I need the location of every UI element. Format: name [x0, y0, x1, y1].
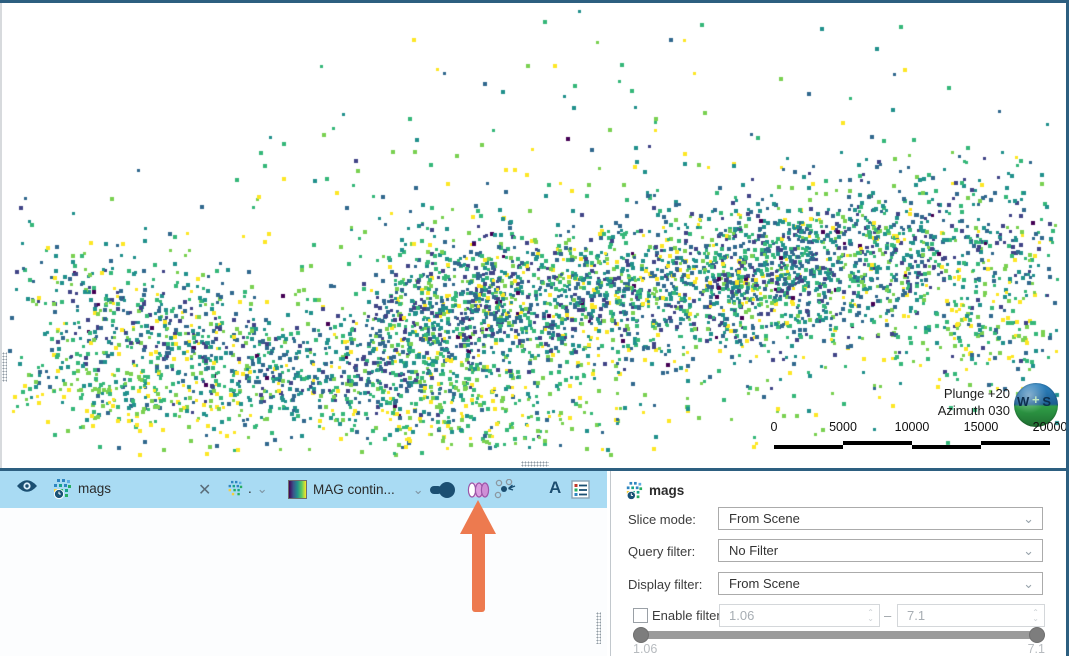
- chevron-down-icon: ⌄: [1023, 546, 1042, 556]
- range-separator: –: [884, 608, 891, 623]
- points-object-icon: [52, 478, 72, 499]
- query-filter-label: Query filter:: [628, 544, 695, 559]
- slice-mode-label: Slice mode:: [628, 512, 696, 527]
- colormap-value: MAG contin...: [313, 482, 395, 497]
- text-labels-icon: A: [549, 478, 561, 498]
- point-size-button[interactable]: [429, 481, 456, 499]
- display-mode-value: .: [248, 481, 252, 496]
- text-labels-button[interactable]: A: [549, 478, 561, 498]
- scale-bar: 0 5000 10000 15000 20000: [764, 420, 1054, 452]
- chevron-down-icon: ⌄: [257, 484, 268, 494]
- enable-filter-checkbox[interactable]: [633, 608, 648, 623]
- chevron-down-icon: ⌄: [413, 485, 424, 495]
- legend-icon: [571, 480, 590, 499]
- compass-plus-label: +: [1032, 392, 1040, 407]
- scale-tick-label: 20000: [1033, 420, 1068, 434]
- layer-name-label: mags: [78, 481, 111, 496]
- vertical-splitter-grip[interactable]: [596, 612, 601, 644]
- colormap-swatch-icon: [288, 480, 307, 499]
- visibility-toggle-button[interactable]: [16, 479, 38, 493]
- point-size-icon: [429, 481, 456, 499]
- filter-range-slider[interactable]: [633, 631, 1045, 639]
- remove-from-scene-button[interactable]: ✕: [198, 480, 211, 500]
- filter-min-value: 1.06: [720, 608, 867, 623]
- slider-handle-min[interactable]: [633, 627, 649, 643]
- spinner-icons[interactable]: ⌃⌄: [867, 610, 879, 622]
- query-filter-value: No Filter: [719, 543, 1023, 558]
- scale-tick-label: 10000: [895, 420, 930, 434]
- scale-tick-label: 5000: [829, 420, 857, 434]
- slice-display-button[interactable]: [466, 481, 492, 499]
- compass-west-label: W: [1017, 394, 1029, 409]
- eye-icon: [16, 479, 38, 493]
- window-border: [0, 0, 1069, 3]
- scale-bar-segments: [774, 441, 1050, 449]
- layer-entry[interactable]: mags: [52, 478, 111, 499]
- display-mode-dropdown[interactable]: . ⌄: [227, 480, 268, 497]
- close-icon: ✕: [198, 480, 211, 500]
- application-window: Plunge +20 Azimuth 030 W + S 0 5000 1000…: [0, 0, 1069, 656]
- display-filter-value: From Scene: [719, 576, 1023, 591]
- scale-tick-label: 15000: [964, 420, 999, 434]
- legend-button[interactable]: [571, 480, 590, 499]
- slice-mode-dropdown[interactable]: From Scene ⌄: [718, 507, 1043, 530]
- panel-splitter-grip[interactable]: [521, 461, 549, 467]
- slice-mode-value: From Scene: [719, 511, 1023, 526]
- annotation-arrow-shaft: [472, 533, 485, 612]
- slider-handle-max[interactable]: [1029, 627, 1045, 643]
- scene-left-splitter-grip[interactable]: [2, 352, 7, 382]
- points-object-icon: [625, 481, 643, 500]
- slice-cylinder-icon: [466, 481, 492, 499]
- spinner-icons[interactable]: ⌃⌄: [1032, 610, 1044, 622]
- chevron-down-icon: ⌄: [1023, 514, 1042, 524]
- extract-points-button[interactable]: [494, 479, 518, 501]
- extract-points-icon: [494, 479, 518, 501]
- slider-max-label: 7.1: [1014, 642, 1045, 656]
- scale-tick-label: 0: [771, 420, 778, 434]
- plunge-label: Plunge +20: [880, 385, 1010, 402]
- scene-object-toolbar: mags ✕ . ⌄ MAG contin... ⌄: [0, 471, 607, 508]
- display-filter-dropdown[interactable]: From Scene ⌄: [718, 572, 1043, 595]
- orientation-readout: Plunge +20 Azimuth 030: [880, 385, 1010, 419]
- enable-filter-label: Enable filter:: [652, 608, 724, 623]
- azimuth-label: Azimuth 030: [880, 402, 1010, 419]
- display-filter-label: Display filter:: [628, 577, 702, 592]
- filter-max-value: 7.1: [898, 608, 1032, 623]
- chevron-down-icon: ⌄: [1023, 579, 1042, 589]
- points-mode-icon: [227, 480, 243, 497]
- scene-viewport[interactable]: Plunge +20 Azimuth 030 W + S 0 5000 1000…: [0, 0, 1069, 468]
- annotation-arrow-icon: [460, 500, 496, 534]
- query-filter-dropdown[interactable]: No Filter ⌄: [718, 539, 1043, 562]
- colormap-dropdown[interactable]: MAG contin... ⌄: [288, 480, 424, 499]
- compass-south-label: S: [1042, 394, 1051, 409]
- slider-min-label: 1.06: [633, 642, 657, 656]
- filter-min-input[interactable]: 1.06 ⌃⌄: [719, 604, 880, 627]
- panel-title: mags: [649, 483, 684, 498]
- filter-max-input[interactable]: 7.1 ⌃⌄: [897, 604, 1045, 627]
- properties-panel-header: mags: [625, 481, 684, 500]
